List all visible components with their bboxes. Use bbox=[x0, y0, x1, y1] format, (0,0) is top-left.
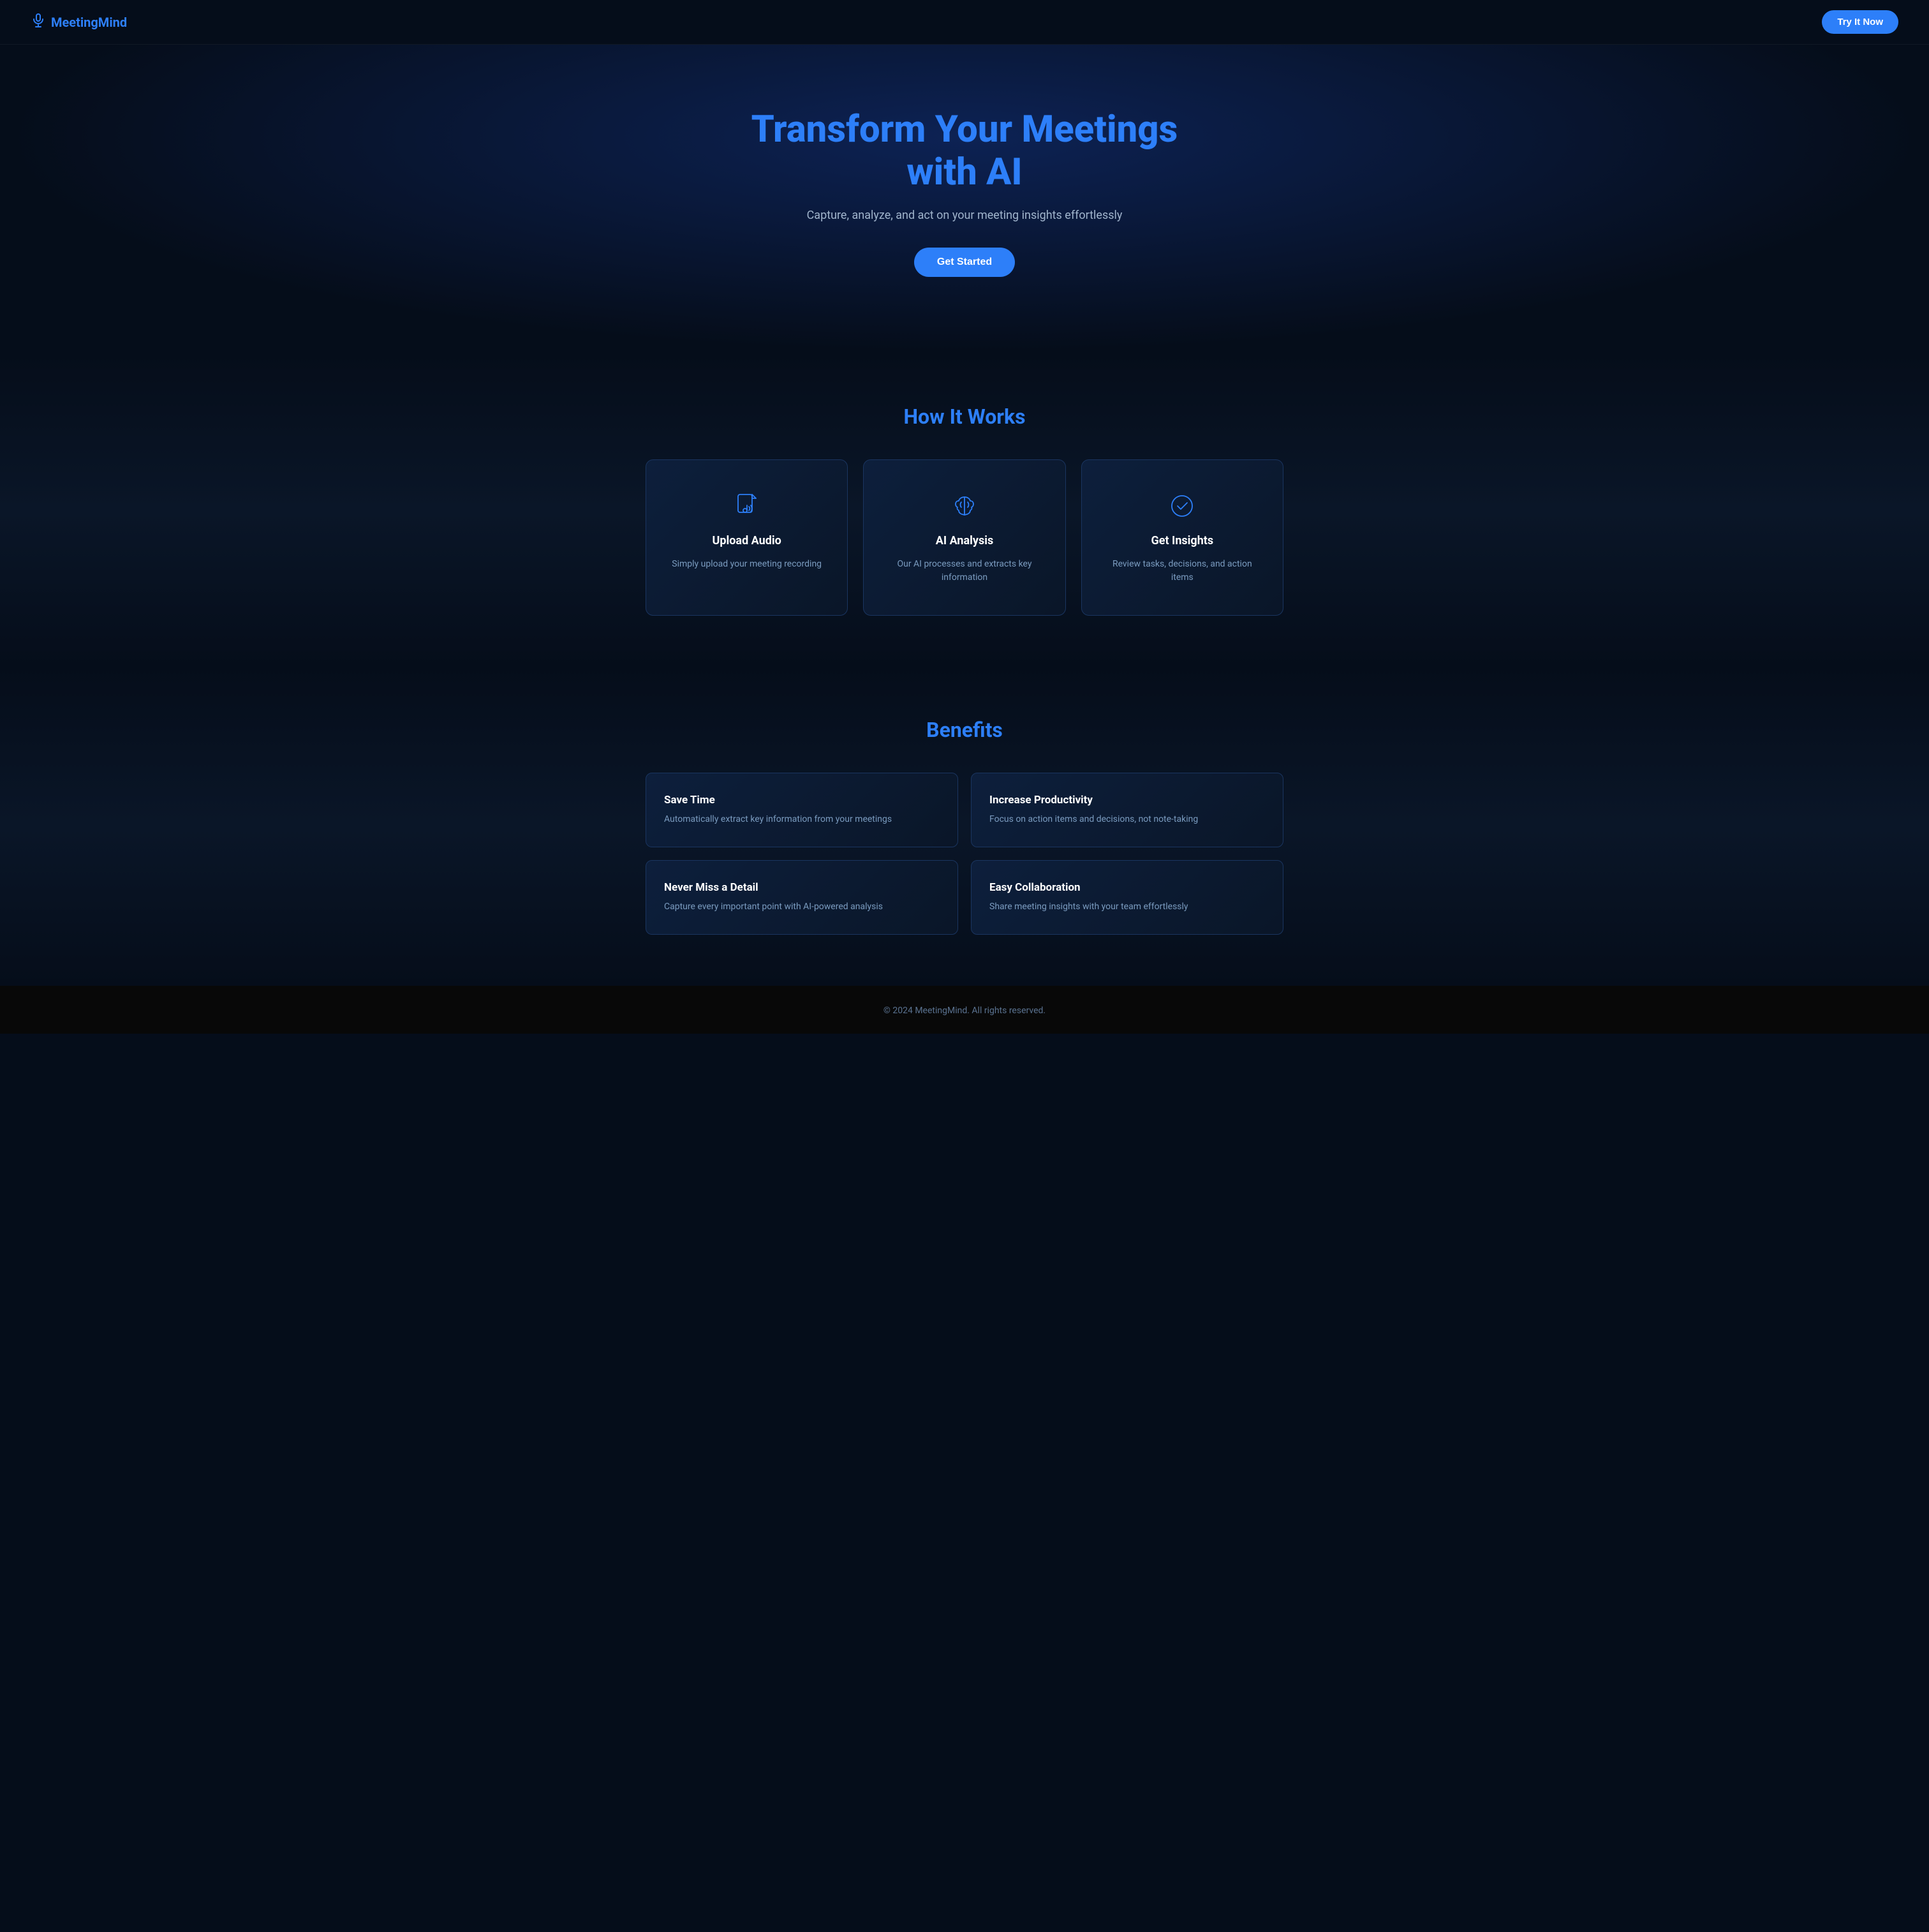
mic-icon bbox=[31, 13, 46, 32]
hero-title: Transform Your Meetings with AI bbox=[741, 108, 1188, 193]
benefit-detail-title: Never Miss a Detail bbox=[664, 881, 940, 894]
hero-section: Transform Your Meetings with AI Capture,… bbox=[0, 45, 1929, 353]
upload-audio-card-desc: Simply upload your meeting recording bbox=[672, 558, 822, 571]
ai-analysis-card-desc: Our AI processes and extracts key inform… bbox=[884, 558, 1044, 584]
benefit-collaboration-desc: Share meeting insights with your team ef… bbox=[989, 900, 1265, 914]
how-it-works-cards: Upload Audio Simply upload your meeting … bbox=[646, 459, 1283, 616]
benefits-title: Benefits bbox=[31, 718, 1898, 742]
ai-analysis-card-title: AI Analysis bbox=[936, 534, 993, 547]
how-it-works-section: How It Works Upload Audio Simply upload … bbox=[0, 353, 1929, 667]
benefit-productivity: Increase Productivity Focus on action it… bbox=[971, 773, 1283, 847]
get-insights-card: Get Insights Review tasks, decisions, an… bbox=[1081, 459, 1283, 616]
upload-audio-card-title: Upload Audio bbox=[713, 534, 781, 547]
benefit-collaboration: Easy Collaboration Share meeting insight… bbox=[971, 860, 1283, 935]
footer: © 2024 MeetingMind. All rights reserved. bbox=[0, 986, 1929, 1034]
benefits-section: Benefits Save Time Automatically extract… bbox=[0, 667, 1929, 986]
benefit-save-time: Save Time Automatically extract key info… bbox=[646, 773, 958, 847]
benefit-save-time-desc: Automatically extract key information fr… bbox=[664, 813, 940, 826]
try-it-now-button[interactable]: Try It Now bbox=[1822, 10, 1898, 34]
benefit-detail-desc: Capture every important point with AI-po… bbox=[664, 900, 940, 914]
benefit-detail: Never Miss a Detail Capture every import… bbox=[646, 860, 958, 935]
benefit-productivity-desc: Focus on action items and decisions, not… bbox=[989, 813, 1265, 826]
footer-copyright: © 2024 MeetingMind. All rights reserved. bbox=[883, 1006, 1046, 1016]
hero-subtitle: Capture, analyze, and act on your meetin… bbox=[807, 209, 1123, 222]
get-insights-card-desc: Review tasks, decisions, and action item… bbox=[1102, 558, 1262, 584]
upload-audio-card: Upload Audio Simply upload your meeting … bbox=[646, 459, 848, 616]
logo-container: MeetingMind bbox=[31, 13, 127, 32]
benefit-save-time-title: Save Time bbox=[664, 794, 940, 806]
audio-file-icon bbox=[732, 491, 762, 524]
benefits-grid: Save Time Automatically extract key info… bbox=[646, 773, 1283, 935]
brain-icon bbox=[949, 491, 980, 524]
benefit-collaboration-title: Easy Collaboration bbox=[989, 881, 1265, 894]
navbar: MeetingMind Try It Now bbox=[0, 0, 1929, 45]
benefit-productivity-title: Increase Productivity bbox=[989, 794, 1265, 806]
get-insights-card-title: Get Insights bbox=[1151, 534, 1214, 547]
logo-text: MeetingMind bbox=[51, 15, 127, 30]
get-started-button[interactable]: Get Started bbox=[914, 248, 1015, 277]
ai-analysis-card: AI Analysis Our AI processes and extract… bbox=[863, 459, 1065, 616]
check-circle-icon bbox=[1167, 491, 1197, 524]
how-it-works-title: How It Works bbox=[31, 405, 1898, 429]
